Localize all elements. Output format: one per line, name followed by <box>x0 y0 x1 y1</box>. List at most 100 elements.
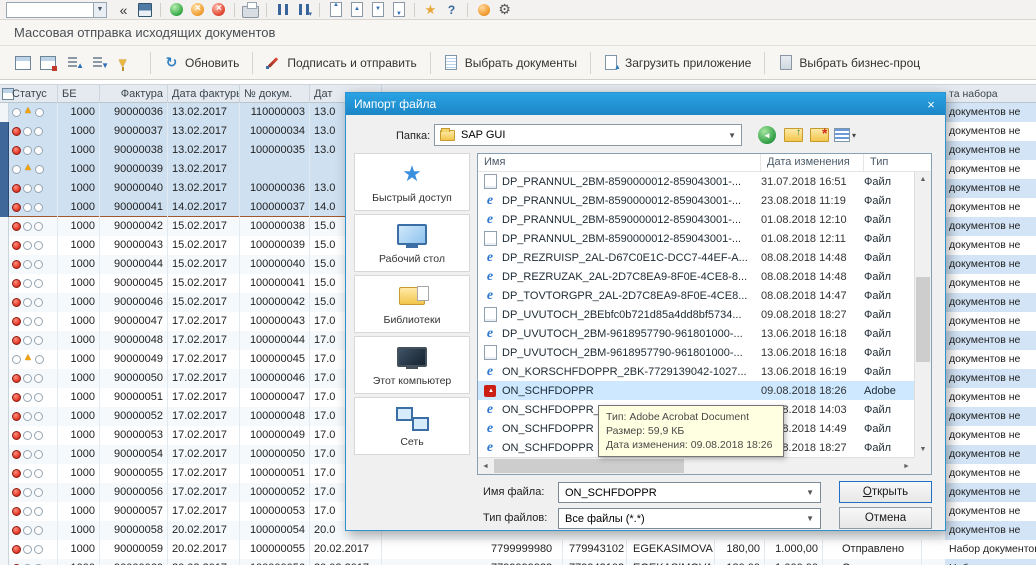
row-selector[interactable] <box>0 540 9 559</box>
find-icon[interactable] <box>273 1 292 18</box>
command-field[interactable] <box>6 2 94 18</box>
row-selector[interactable] <box>0 198 9 217</box>
file-row[interactable]: DP_PRANNUL_2BM-8590000012-859043001-...2… <box>478 191 914 210</box>
filetype-combobox[interactable]: Все файлы (*.*) ▼ <box>558 508 821 529</box>
scroll-up-icon[interactable]: ▲ <box>915 172 931 187</box>
place-item-network[interactable]: Сеть <box>354 397 470 455</box>
row-selector[interactable] <box>0 141 9 160</box>
command-dropdown-icon[interactable]: ▼ <box>94 2 107 18</box>
scroll-left-icon[interactable]: ◄ <box>478 458 493 474</box>
file-row[interactable]: DP_PRANNUL_2BM-8590000012-859043001-...0… <box>478 210 914 229</box>
col-header-doc-no[interactable]: № докум. <box>240 85 310 103</box>
close-icon[interactable]: × <box>922 96 940 112</box>
row-selector[interactable] <box>0 464 9 483</box>
find-next-icon[interactable] <box>294 1 313 18</box>
col-header-set-date[interactable]: та набора <box>945 85 1036 103</box>
layout-icon[interactable] <box>12 54 33 71</box>
place-item-libraries[interactable]: Библиотеки <box>354 275 470 333</box>
file-row[interactable]: DP_PRANNUL_2BM-8590000012-859043001-...0… <box>478 229 914 248</box>
col-header-invoice[interactable]: Фактура <box>100 85 168 103</box>
row-selector[interactable] <box>0 426 9 445</box>
row-selector[interactable] <box>0 331 9 350</box>
row-selector[interactable] <box>0 502 9 521</box>
row-selector[interactable] <box>0 160 9 179</box>
row-selector[interactable] <box>0 255 9 274</box>
save-icon[interactable] <box>135 1 154 18</box>
shortcut-icon[interactable] <box>421 1 440 18</box>
funnel-icon[interactable] <box>112 54 133 71</box>
cancel-button[interactable]: Отмена <box>839 507 932 529</box>
horizontal-scrollbar[interactable]: ◄ ► <box>478 457 914 474</box>
toolbar-button-bizproc[interactable]: Выбрать бизнес-проц <box>774 51 924 74</box>
col-header-name[interactable]: Имя <box>478 154 761 171</box>
file-row[interactable]: DP_UVUTOCH_2BEbfc0b721d85a4dd8bf5734...0… <box>478 305 914 324</box>
filename-combobox[interactable]: ON_SCHFDOPPR ▼ <box>558 482 821 503</box>
row-selector[interactable] <box>0 103 9 122</box>
place-item-computer[interactable]: Этот компьютер <box>354 336 470 394</box>
help-icon[interactable] <box>442 1 461 18</box>
row-selector[interactable] <box>0 122 9 141</box>
row-selector[interactable] <box>0 274 9 293</box>
filter-icon[interactable] <box>87 54 108 71</box>
scroll-right-icon[interactable]: ► <box>899 458 914 474</box>
col-header-be[interactable]: БЕ <box>58 85 100 103</box>
row-selector[interactable] <box>0 407 9 426</box>
row-selector[interactable] <box>0 369 9 388</box>
row-selector[interactable] <box>0 521 9 540</box>
place-item-star[interactable]: Быстрый доступ <box>354 153 470 211</box>
place-item-desktop[interactable]: Рабочий стол <box>354 214 470 272</box>
double-chevron-icon[interactable] <box>114 1 133 18</box>
table-row[interactable]: 10009000005920.02.201710000005520.02.201… <box>0 540 1036 559</box>
gear-icon[interactable] <box>495 1 514 18</box>
back-icon[interactable] <box>756 124 778 146</box>
page-first-icon[interactable] <box>326 1 345 18</box>
col-header-type[interactable]: Тип <box>864 154 931 171</box>
ok-icon[interactable] <box>167 1 186 18</box>
row-selector[interactable] <box>0 445 9 464</box>
row-selector[interactable] <box>0 217 9 236</box>
file-row[interactable]: ON_SCHFDOPPR09.08.2018 18:26Adobe <box>478 381 914 400</box>
file-row[interactable]: DP_REZRUZAK_2AL-2D7C8EA9-8F0E-4CE8-8...0… <box>478 267 914 286</box>
page-prev-icon[interactable] <box>347 1 366 18</box>
exit-icon[interactable] <box>209 1 228 18</box>
row-selector[interactable] <box>0 559 9 565</box>
scrollbar-thumb[interactable] <box>916 277 930 362</box>
page-next-icon[interactable] <box>368 1 387 18</box>
file-row[interactable]: DP_PRANNUL_2BM-8590000012-859043001-...3… <box>478 172 914 191</box>
sort-icon[interactable] <box>62 54 83 71</box>
row-selector[interactable] <box>0 293 9 312</box>
file-row[interactable]: ON_KORSCHFDOPPR_2BK-7729139042-1027...13… <box>478 362 914 381</box>
col-header-date[interactable]: Дата изменения <box>761 154 864 171</box>
row-selector[interactable] <box>0 236 9 255</box>
scroll-down-icon[interactable]: ▼ <box>915 442 931 457</box>
row-selector[interactable] <box>0 483 9 502</box>
table-row[interactable]: 10009000006020.02.201710000005620.02.201… <box>0 559 1036 565</box>
file-row[interactable]: DP_TOVTORGPR_2AL-2D7C8EA9-8F0E-4CE8...08… <box>478 286 914 305</box>
page-last-icon[interactable] <box>389 1 408 18</box>
dialog-title-bar[interactable]: Импорт файла × <box>346 93 945 115</box>
row-selector[interactable] <box>0 179 9 198</box>
open-button[interactable]: Открыть <box>839 481 932 503</box>
file-row[interactable]: DP_UVUTOCH_2BM-9618957790-961801000-...1… <box>478 324 914 343</box>
up-folder-icon[interactable] <box>782 124 804 146</box>
status-icon[interactable] <box>474 1 493 18</box>
print-icon[interactable] <box>241 1 260 18</box>
toolbar-button-upload[interactable]: Загрузить приложение <box>600 51 755 74</box>
toolbar-button-refresh[interactable]: Обновить <box>160 51 243 74</box>
row-selector[interactable] <box>0 312 9 331</box>
scrollbar-thumb[interactable] <box>494 459 684 473</box>
chevron-down-icon[interactable]: ▼ <box>806 514 814 523</box>
file-row[interactable]: DP_UVUTOCH_2BM-9618957790-961801000-...1… <box>478 343 914 362</box>
chevron-down-icon[interactable]: ▼ <box>806 488 814 497</box>
new-folder-icon[interactable] <box>808 124 830 146</box>
export-icon[interactable] <box>37 54 58 71</box>
col-header-invoice-date[interactable]: Дата фактуры <box>168 85 240 103</box>
row-selector[interactable] <box>0 388 9 407</box>
toolbar-button-sign[interactable]: Подписать и отправить <box>262 51 420 74</box>
col-header-status[interactable]: Статус <box>9 85 58 103</box>
cancel-icon[interactable] <box>188 1 207 18</box>
file-row[interactable]: DP_REZRUISP_2AL-D67C0E1C-DCC7-44EF-A...0… <box>478 248 914 267</box>
vertical-scrollbar[interactable]: ▲ ▼ <box>914 172 931 457</box>
row-selector[interactable] <box>0 350 9 369</box>
chevron-down-icon[interactable]: ▼ <box>728 131 736 140</box>
